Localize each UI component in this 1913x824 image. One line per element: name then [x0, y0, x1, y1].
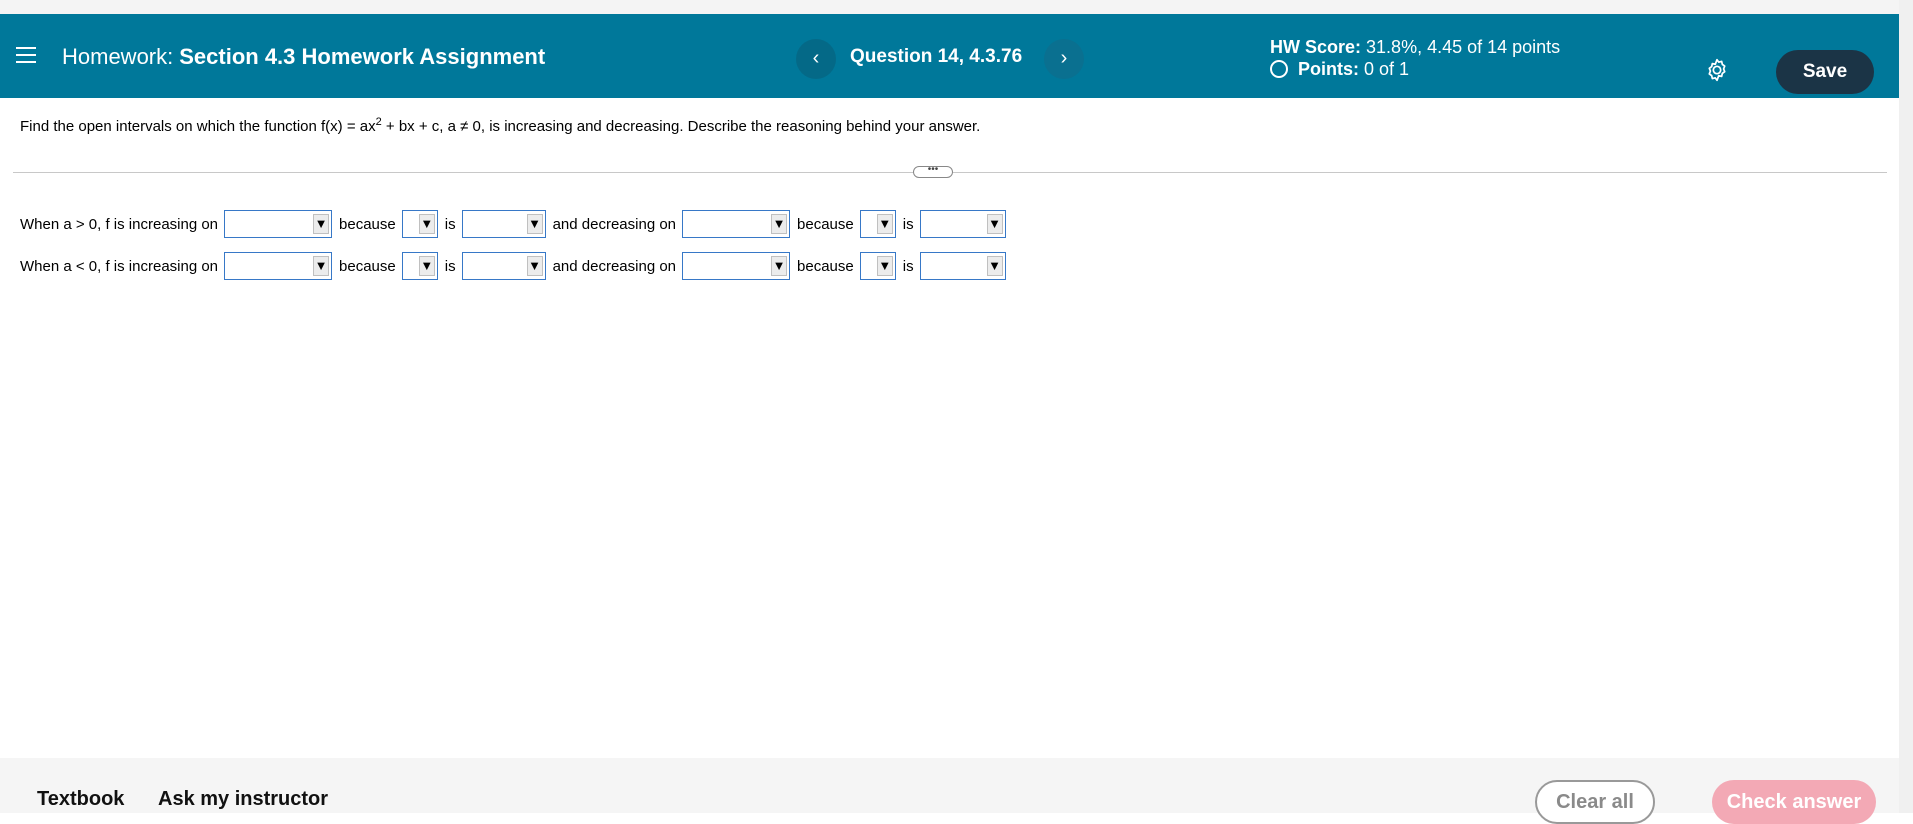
row-lead-text: When a > 0, f is increasing on — [20, 215, 219, 233]
homework-section-name: Section 4.3 Homework Assignment — [179, 44, 546, 69]
decreasing-sign-dropdown[interactable]: ▼ — [919, 210, 1006, 238]
because-text: because — [339, 215, 396, 233]
question-label[interactable]: Question 14, 4.3.76 — [850, 46, 1022, 68]
next-question-button[interactable]: › — [1044, 39, 1084, 79]
increasing-interval-dropdown[interactable]: ▼ — [224, 252, 333, 280]
points-line: Points: 0 of 1 — [1270, 58, 1560, 80]
answer-row-a-positive: When a > 0, f is increasing on ▼ because… — [20, 208, 1013, 240]
decreasing-reason-dropdown[interactable]: ▼ — [859, 210, 896, 238]
dropdown-arrow-icon: ▼ — [313, 214, 330, 234]
dropdown-arrow-icon: ▼ — [418, 256, 435, 276]
textbook-link[interactable]: Textbook — [37, 788, 124, 811]
score-panel: HW Score: 31.8%, 4.45 of 14 points Point… — [1270, 36, 1560, 80]
points-label: Points: — [1298, 59, 1359, 79]
dropdown-arrow-icon: ▼ — [771, 214, 788, 234]
dropdown-arrow-icon: ▼ — [876, 256, 893, 276]
is-text: is — [444, 257, 456, 275]
question-prompt: Find the open intervals on which the fun… — [20, 116, 980, 135]
is-text: is — [444, 215, 456, 233]
because-text: because — [339, 257, 396, 275]
save-button[interactable]: Save — [1776, 50, 1874, 94]
dropdown-arrow-icon: ▼ — [986, 214, 1003, 234]
increasing-interval-dropdown[interactable]: ▼ — [224, 210, 333, 238]
browser-top-strip — [0, 0, 1913, 14]
increasing-sign-dropdown[interactable]: ▼ — [461, 210, 546, 238]
previous-question-button[interactable]: ‹ — [796, 39, 836, 79]
hamburger-menu-icon[interactable] — [16, 47, 36, 65]
prompt-text-end: + bx + c, a ≠ 0, is increasing and decre… — [381, 118, 981, 135]
dropdown-arrow-icon: ▼ — [986, 256, 1003, 276]
decreasing-interval-dropdown[interactable]: ▼ — [682, 210, 791, 238]
is-text: is — [902, 215, 914, 233]
ask-instructor-link[interactable]: Ask my instructor — [158, 788, 328, 811]
homework-title: Homework: Section 4.3 Homework Assignment — [62, 44, 545, 70]
prompt-text-start: Find the open intervals on which the fun… — [20, 118, 376, 135]
dropdown-arrow-icon: ▼ — [771, 256, 788, 276]
and-decreasing-text: and decreasing on — [552, 257, 677, 275]
decreasing-reason-dropdown[interactable]: ▼ — [859, 252, 896, 280]
gear-icon[interactable] — [1704, 57, 1730, 83]
dropdown-arrow-icon: ▼ — [876, 214, 893, 234]
row-lead-text: When a < 0, f is increasing on — [20, 257, 219, 275]
because-text: because — [797, 257, 854, 275]
increasing-reason-dropdown[interactable]: ▼ — [401, 210, 438, 238]
answer-row-a-negative: When a < 0, f is increasing on ▼ because… — [20, 250, 1013, 282]
increasing-sign-dropdown[interactable]: ▼ — [461, 252, 546, 280]
assignment-header: Homework: Section 4.3 Homework Assignment… — [0, 14, 1899, 98]
check-answer-button[interactable]: Check answer — [1712, 780, 1876, 824]
hw-score-line: HW Score: 31.8%, 4.45 of 14 points — [1270, 36, 1560, 58]
points-value: 0 of 1 — [1364, 59, 1410, 79]
increasing-reason-dropdown[interactable]: ▼ — [401, 252, 438, 280]
decreasing-sign-dropdown[interactable]: ▼ — [919, 252, 1006, 280]
because-text: because — [797, 215, 854, 233]
clear-all-button[interactable]: Clear all — [1535, 780, 1655, 824]
homework-title-lead: Homework: — [62, 44, 174, 69]
dropdown-arrow-icon: ▼ — [526, 256, 543, 276]
empty-circle-icon — [1270, 60, 1288, 78]
dropdown-arrow-icon: ▼ — [526, 214, 543, 234]
hw-score-value: 31.8%, 4.45 of 14 points — [1366, 37, 1561, 57]
decreasing-interval-dropdown[interactable]: ▼ — [682, 252, 791, 280]
hw-score-label: HW Score: — [1270, 37, 1362, 57]
is-text: is — [902, 257, 914, 275]
window-scroll-edge — [1899, 0, 1913, 813]
and-decreasing-text: and decreasing on — [552, 215, 677, 233]
dropdown-arrow-icon: ▼ — [313, 256, 330, 276]
divider-resize-handle[interactable]: ••• — [913, 165, 953, 178]
dropdown-arrow-icon: ▼ — [418, 214, 435, 234]
